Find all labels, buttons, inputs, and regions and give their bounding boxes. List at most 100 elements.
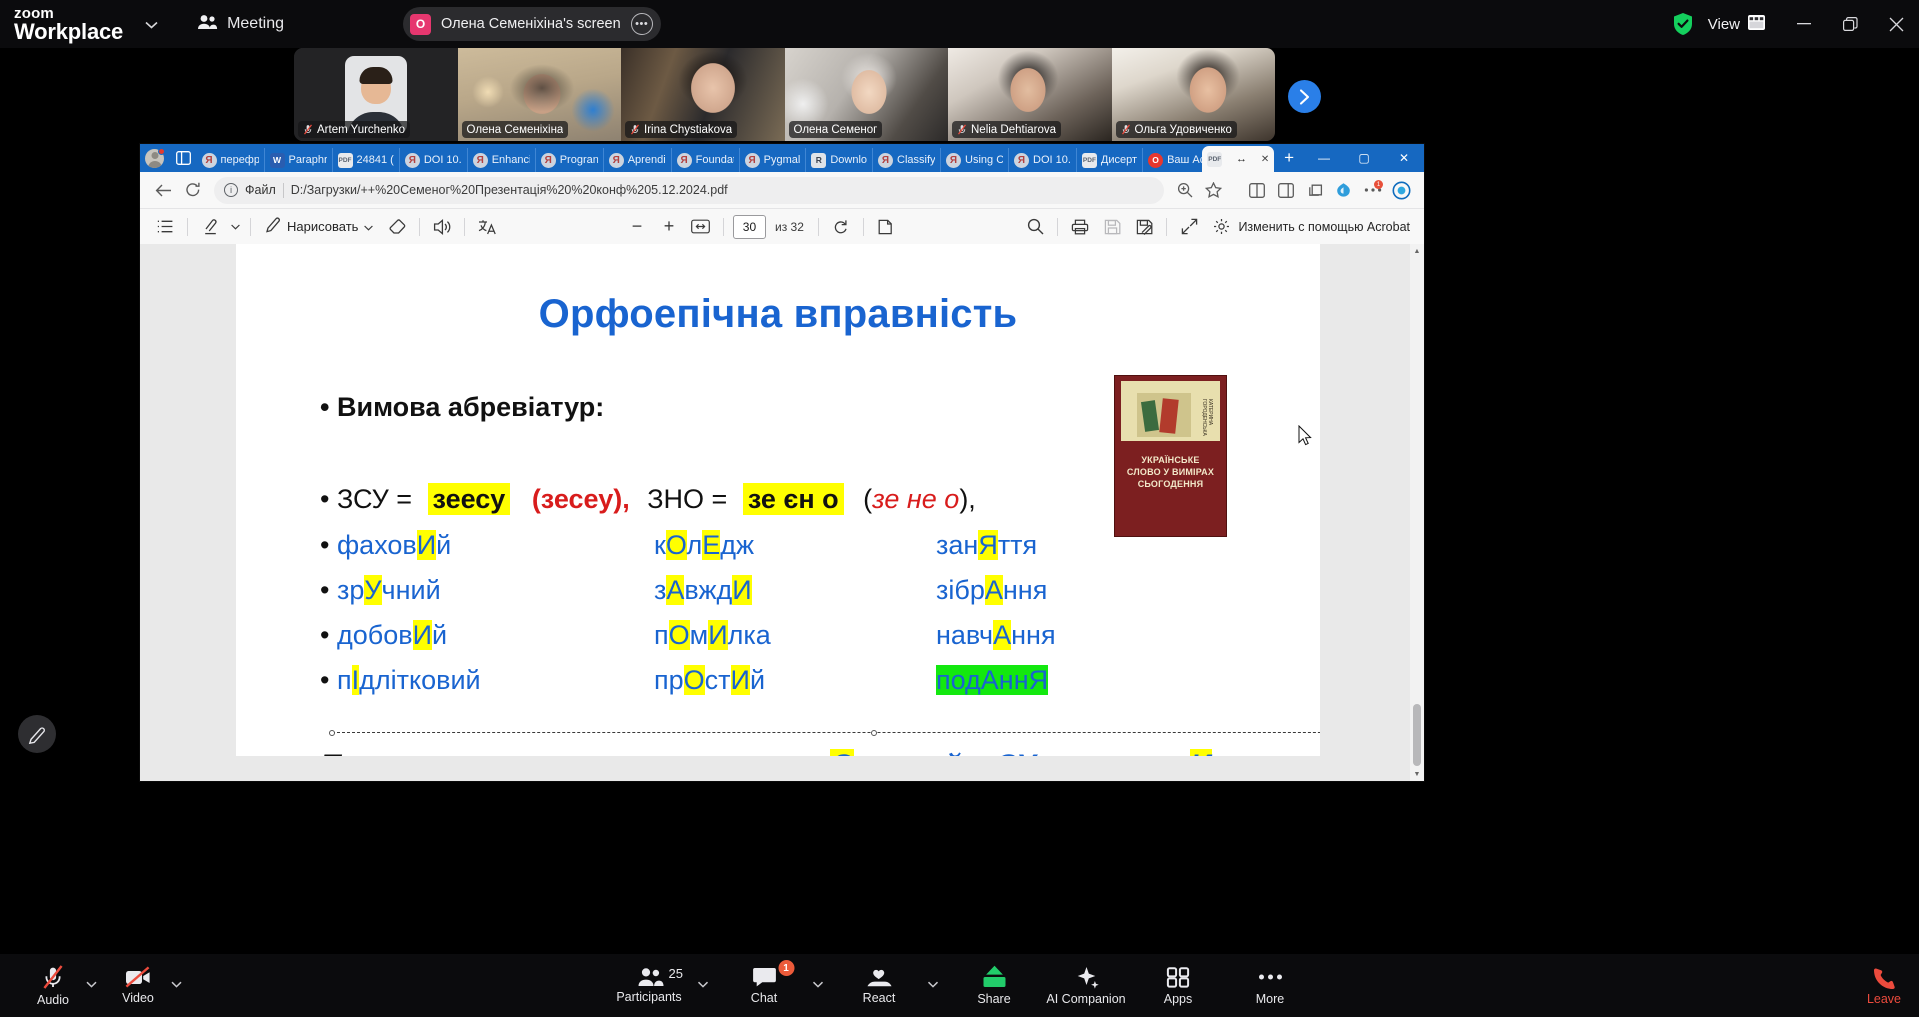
print-icon[interactable] [1065, 213, 1095, 241]
browser-tab-8[interactable]: Я Pygmal [740, 148, 807, 172]
react-chevron-icon[interactable] [927, 980, 938, 991]
ai-companion-button[interactable]: AI Companion [1040, 954, 1132, 1017]
browser-tab-6[interactable]: Я Aprendi [604, 148, 672, 172]
video-tile-3-active-speaker[interactable]: Олена Семеног [784, 48, 948, 141]
filmstrip-next-button[interactable] [1288, 80, 1321, 113]
window-minimize-button[interactable] [1781, 0, 1827, 48]
fit-to-width-icon[interactable] [686, 213, 716, 241]
browser-tab-10[interactable]: Я Classify [873, 148, 942, 172]
browser-tab-1[interactable]: W Paraphr [265, 148, 333, 172]
browser-maximize-button[interactable]: ▢ [1344, 144, 1384, 172]
browser-close-button[interactable]: ✕ [1384, 144, 1424, 172]
slide-word-r2-c1: пОмИлка [654, 620, 771, 651]
browser-tab-14[interactable]: O Ваш Ac [1143, 148, 1202, 172]
browser-tab-12[interactable]: Я DOI 10. [1009, 148, 1077, 172]
window-restore-button[interactable] [1827, 0, 1873, 48]
search-icon[interactable] [1020, 213, 1050, 241]
info-circle-icon[interactable]: i [224, 183, 238, 197]
browser-tab-11[interactable]: Я Using C [941, 148, 1010, 172]
copilot-icon[interactable] [1387, 175, 1416, 205]
browser-tab-7[interactable]: Я Foundat [672, 148, 740, 172]
green-shield-check-icon[interactable] [1672, 12, 1694, 36]
react-label: React [862, 991, 896, 1005]
browser-tab-4[interactable]: Я Enhanci [468, 148, 536, 172]
meeting-tab[interactable]: Meeting [196, 14, 284, 35]
draw-tool-button[interactable]: Нарисовать [258, 214, 380, 240]
rotate-icon[interactable] [826, 213, 856, 241]
ellipsis-icon[interactable]: ••• [630, 13, 653, 35]
window-close-button[interactable] [1873, 0, 1919, 48]
video-tile-5[interactable]: Ольга Удовиченко [1111, 48, 1275, 141]
favorite-star-icon[interactable] [1199, 175, 1228, 205]
sparkle-icon [1077, 967, 1099, 989]
apps-button[interactable]: Apps [1132, 954, 1224, 1017]
zoom-out-button[interactable]: − [622, 213, 652, 241]
browser-tab-2[interactable]: PDF 24841 ( [333, 148, 400, 172]
video-options-chevron-icon[interactable] [171, 980, 182, 991]
new-tab-button[interactable]: + [1274, 144, 1304, 172]
translate-icon[interactable] [472, 213, 502, 241]
more-button[interactable]: More [1224, 954, 1316, 1017]
scroll-down-button[interactable]: ▼ [1410, 767, 1424, 781]
bottom-text-line: Правильне наголошування: рукОписний, СУм… [320, 749, 1320, 756]
reading-list-icon[interactable] [1271, 175, 1300, 205]
scroll-up-button[interactable]: ▲ [1410, 244, 1424, 258]
participants-button[interactable]: Participants 25 [603, 954, 695, 1017]
split-screen-icon[interactable] [1242, 175, 1271, 205]
chat-button[interactable]: Chat 1 [718, 954, 810, 1017]
zoom-in-button[interactable]: + [654, 213, 684, 241]
pdf-scrollbar[interactable]: ▲ ▼ [1410, 244, 1424, 781]
video-tile-1[interactable]: Олена Семеніхіна [457, 48, 621, 141]
browser-tab-9[interactable]: R Downlo [806, 148, 874, 172]
video-tile-4[interactable]: Nelia Dehtiarova [948, 48, 1112, 141]
browser-minimize-button[interactable]: — [1304, 144, 1344, 172]
view-button[interactable]: View [1708, 14, 1765, 34]
reload-button[interactable] [178, 175, 208, 205]
save-as-icon[interactable] [1129, 213, 1159, 241]
vertical-tabs-toggle[interactable] [170, 144, 197, 172]
fullscreen-icon[interactable] [1174, 213, 1204, 241]
share-button[interactable]: Share [948, 954, 1040, 1017]
yandex-icon: Я [676, 152, 692, 168]
apps-grid-icon [1166, 967, 1189, 988]
read-aloud-icon[interactable] [427, 213, 457, 241]
edit-with-acrobat-button[interactable]: Изменить с помощью Acrobat [1238, 220, 1414, 234]
browser-tab-0[interactable]: Яперефр [197, 148, 265, 172]
address-input[interactable]: i Файл D:/Загрузки/++%20Семеног%20Презен… [214, 176, 1164, 204]
annotate-fab-button[interactable] [18, 715, 56, 753]
page-number-input[interactable]: 30 [732, 214, 766, 239]
react-button[interactable]: React [833, 954, 925, 1017]
highlighter-caret-icon[interactable] [227, 213, 243, 241]
highlighter-icon[interactable] [195, 213, 225, 241]
settings-more-icon[interactable]: 1 [1358, 175, 1387, 205]
participant-filmstrip: Artem Yurchenko Олена Семеніхіна Irina C… [294, 48, 1275, 141]
chat-chevron-icon[interactable] [812, 980, 823, 991]
zoom-page-icon[interactable] [1170, 175, 1199, 205]
profile-avatar-button[interactable] [140, 144, 170, 172]
audio-options-chevron-icon[interactable] [86, 980, 97, 991]
scrollbar-thumb[interactable] [1413, 704, 1421, 766]
browser-tab-3[interactable]: Я DOI 10. [400, 148, 468, 172]
bullet-marker: • [320, 575, 337, 605]
close-icon[interactable]: ✕ [1261, 154, 1269, 165]
participants-chevron-icon[interactable] [697, 980, 708, 991]
video-button[interactable]: Video [107, 954, 169, 1017]
gear-icon[interactable] [1206, 213, 1236, 241]
audio-button[interactable]: Audio [22, 954, 84, 1017]
back-button[interactable] [148, 175, 178, 205]
leave-meeting-button[interactable]: Leave [1867, 954, 1901, 1017]
collections-icon[interactable] [1300, 175, 1329, 205]
chevron-down-icon[interactable] [145, 17, 158, 32]
selection-box[interactable] [329, 730, 1320, 736]
video-tile-0[interactable]: Artem Yurchenko [294, 48, 458, 141]
eraser-icon[interactable] [382, 213, 412, 241]
browser-tab-active[interactable]: PDF ↔ ✕ [1202, 146, 1275, 172]
book-title-line2: СЛОВО У ВИМІРАХ [1126, 467, 1215, 478]
browser-tab-13[interactable]: PDF Дисерт [1077, 148, 1144, 172]
word-part: дж [720, 530, 755, 560]
video-tile-2[interactable]: Irina Chystiakova [621, 48, 785, 141]
table-of-contents-icon[interactable] [150, 213, 180, 241]
browser-tab-5[interactable]: Я Progran [536, 148, 604, 172]
browser-essentials-icon[interactable] [1329, 175, 1358, 205]
page-layout-icon[interactable] [871, 213, 901, 241]
